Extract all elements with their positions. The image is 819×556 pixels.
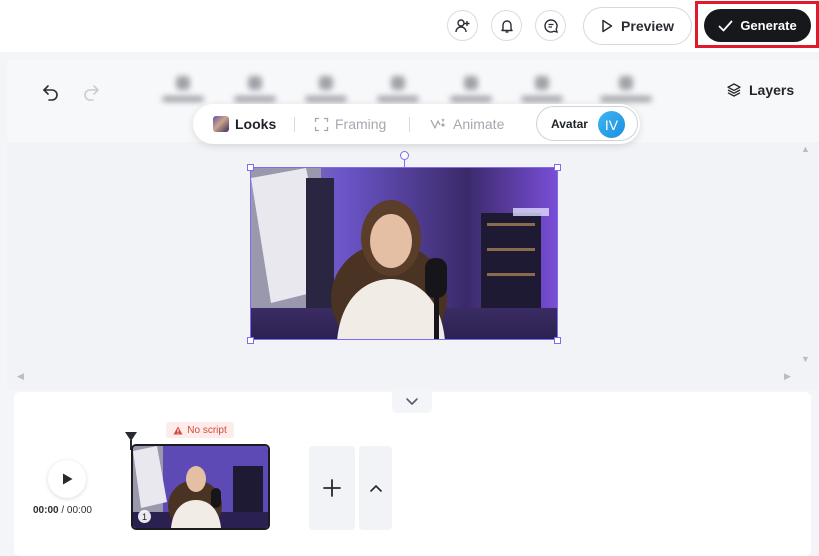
resize-handle-top-right[interactable] bbox=[554, 164, 561, 171]
play-outline-icon bbox=[602, 19, 613, 33]
looks-thumbnail-icon bbox=[213, 116, 229, 132]
avatar-label: Avatar bbox=[551, 117, 588, 131]
no-script-badge: No script bbox=[166, 422, 234, 438]
scene-thumbnail-image bbox=[133, 446, 268, 528]
play-icon bbox=[62, 473, 72, 485]
expand-scene-options-button[interactable] bbox=[359, 446, 392, 530]
collapse-timeline-button[interactable] bbox=[392, 389, 432, 413]
animate-button[interactable]: Animate bbox=[430, 104, 504, 144]
plus-icon bbox=[323, 479, 341, 497]
layers-label: Layers bbox=[749, 82, 795, 98]
looks-label: Looks bbox=[235, 116, 277, 132]
resize-handle-bottom-left[interactable] bbox=[247, 337, 254, 344]
chevron-down-icon bbox=[406, 397, 418, 405]
warning-icon bbox=[173, 426, 183, 434]
avatar: IV bbox=[598, 111, 625, 138]
rotation-handle[interactable] bbox=[400, 151, 409, 160]
add-scene-button[interactable] bbox=[309, 446, 355, 530]
avatar-selector-button[interactable]: Avatar IV bbox=[536, 106, 638, 141]
resize-handle-bottom-right[interactable] bbox=[554, 337, 561, 344]
scroll-left-arrow[interactable]: ◀ bbox=[17, 371, 24, 382]
scene-number-badge: 1 bbox=[138, 510, 151, 523]
framing-icon bbox=[314, 117, 329, 131]
generate-label: Generate bbox=[740, 18, 797, 33]
add-person-icon bbox=[454, 18, 469, 32]
comments-button[interactable] bbox=[535, 10, 566, 41]
scroll-down-arrow[interactable]: ▼ bbox=[801, 354, 810, 364]
divider bbox=[294, 117, 295, 132]
chevron-up-icon bbox=[369, 484, 382, 492]
scene-thumbnail[interactable]: 1 bbox=[131, 444, 270, 530]
comment-icon bbox=[543, 18, 558, 33]
no-script-label: No script bbox=[187, 424, 227, 436]
looks-button[interactable]: Looks bbox=[213, 104, 276, 144]
divider bbox=[409, 117, 410, 132]
scroll-right-arrow[interactable]: ▶ bbox=[784, 371, 791, 382]
preview-button[interactable]: Preview bbox=[583, 7, 692, 45]
playback-time: 00:00 / 00:00 bbox=[33, 505, 92, 516]
undo-icon[interactable] bbox=[41, 82, 61, 102]
layers-icon bbox=[727, 83, 741, 97]
bell-icon bbox=[500, 19, 513, 33]
layers-button[interactable]: Layers bbox=[726, 82, 794, 98]
scene-number: 1 bbox=[141, 511, 147, 522]
scroll-up-arrow[interactable]: ▲ bbox=[801, 144, 810, 154]
total-time: 00:00 bbox=[66, 505, 92, 516]
checkmark-icon bbox=[718, 20, 733, 31]
avatar-video-element[interactable] bbox=[250, 167, 558, 340]
animate-label: Animate bbox=[453, 116, 505, 132]
generate-button[interactable]: Generate bbox=[704, 9, 811, 42]
avatar-video-image bbox=[251, 168, 557, 339]
current-time: 00:00 bbox=[33, 505, 59, 516]
time-separator: / bbox=[58, 505, 67, 516]
framing-label: Framing bbox=[335, 116, 387, 132]
redo-icon[interactable] bbox=[81, 82, 101, 102]
play-button[interactable] bbox=[48, 460, 86, 498]
preview-label: Preview bbox=[621, 18, 674, 34]
toolbar-tool-blurred[interactable] bbox=[160, 76, 206, 110]
top-bar: Preview Generate bbox=[0, 0, 819, 52]
avatar-initials: IV bbox=[604, 116, 619, 133]
framing-button[interactable]: Framing bbox=[314, 104, 386, 144]
resize-handle-top-left[interactable] bbox=[247, 164, 254, 171]
share-user-button[interactable] bbox=[447, 10, 478, 41]
notifications-button[interactable] bbox=[491, 10, 522, 41]
animate-icon bbox=[430, 118, 445, 129]
